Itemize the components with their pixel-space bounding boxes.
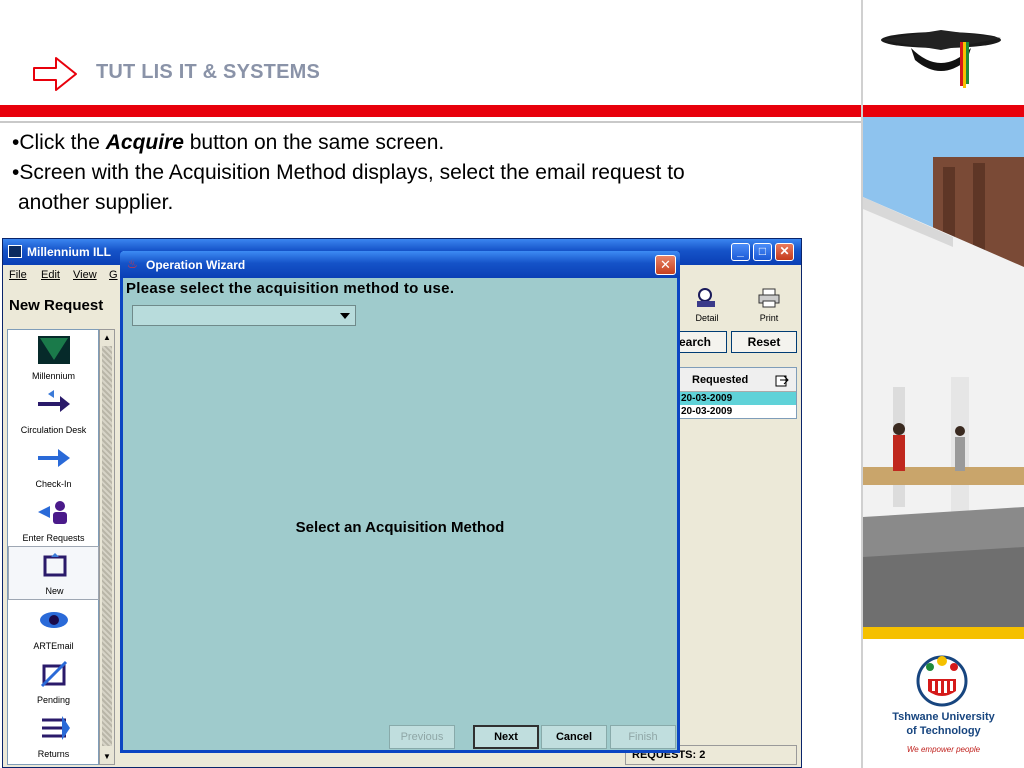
sidebar-item-returns[interactable]: Returns: [8, 708, 99, 762]
sidebar-scrollbar[interactable]: ▲ ▼: [99, 329, 115, 765]
university-name-line1: Tshwane University: [892, 711, 995, 723]
red-divider-bar: [0, 105, 1024, 117]
circulation-arrows-icon: [38, 390, 70, 412]
module-sidebar: Millennium Circulation Desk Check-In Ent…: [7, 329, 99, 765]
operation-wizard-dialog: ♨ Operation Wizard ✕ Please select the a…: [120, 251, 680, 753]
table-row[interactable]: 20-03-2009: [678, 392, 796, 405]
wizard-title: Operation Wizard: [146, 258, 246, 272]
menu-go[interactable]: G: [109, 269, 118, 281]
millennium-logo-icon: [38, 336, 70, 364]
table-header-requested[interactable]: Requested: [678, 368, 796, 392]
page-heading: New Request: [9, 297, 104, 314]
table-row[interactable]: 20-03-2009: [678, 405, 796, 418]
minimize-button[interactable]: _: [731, 243, 750, 261]
sidebar-item-artemail[interactable]: ARTEmail: [8, 600, 99, 654]
print-button[interactable]: Print: [745, 287, 793, 323]
sidebar-item-enter-requests[interactable]: Enter Requests: [8, 492, 99, 546]
menu-view[interactable]: View: [73, 269, 97, 281]
chevron-down-icon[interactable]: [340, 313, 350, 319]
new-document-icon: [43, 553, 67, 577]
maximize-button[interactable]: □: [753, 243, 772, 261]
campus-photo: [863, 117, 1024, 627]
window-close-button[interactable]: ✕: [775, 243, 794, 261]
scroll-up-icon[interactable]: ▲: [103, 333, 111, 342]
tut-logo-area: Tshwane University of Technology We empo…: [863, 639, 1024, 768]
campus-building-image: [863, 117, 1024, 627]
yellow-accent-band: [863, 627, 1024, 639]
arrow-logo-icon: [33, 57, 77, 91]
wizard-center-message: Select an Acquisition Method: [295, 519, 505, 536]
graduation-cap-icon: [881, 30, 1001, 88]
sidebar-item-check-in[interactable]: Check-In: [8, 438, 99, 492]
reset-button[interactable]: Reset: [731, 331, 797, 353]
next-button[interactable]: Next: [473, 725, 539, 749]
requests-table: Requested 20-03-2009 20-03-2009: [677, 367, 797, 419]
university-name-line2: of Technology: [906, 725, 981, 737]
wizard-app-icon: ♨: [127, 257, 138, 271]
sidebar-item-new[interactable]: New: [8, 546, 99, 600]
wizard-close-button[interactable]: ✕: [655, 255, 676, 275]
export-table-icon[interactable]: [774, 372, 790, 388]
scroll-track[interactable]: [102, 346, 112, 746]
finish-button[interactable]: Finish: [610, 725, 676, 749]
artemail-icon: [40, 612, 68, 628]
detail-button[interactable]: Detail: [683, 287, 731, 323]
check-in-arrow-icon: [38, 449, 70, 467]
returns-icon: [42, 716, 70, 740]
menu-edit[interactable]: Edit: [41, 269, 60, 281]
sidebar-item-pending[interactable]: Pending: [8, 654, 99, 708]
cancel-button[interactable]: Cancel: [541, 725, 607, 749]
university-tagline: We empower people: [906, 745, 981, 754]
instruction-bullets: •Click the Acquire button on the same sc…: [12, 128, 852, 218]
bullet-acquisition-method: •Screen with the Acquisition Method disp…: [12, 161, 685, 184]
gray-divider-line: [0, 121, 862, 123]
pending-icon: [40, 660, 68, 688]
tut-crest-icon: [916, 655, 968, 707]
previous-button[interactable]: Previous: [389, 725, 455, 749]
graduation-cap-area: [863, 0, 1024, 105]
millennium-app-icon: [8, 245, 22, 258]
wizard-prompt: Please select the acquisition method to …: [126, 280, 455, 297]
enter-requests-person-icon: [38, 501, 67, 524]
printer-icon: [758, 288, 780, 308]
bullet-continuation: another supplier.: [18, 191, 174, 214]
sidebar-item-millennium[interactable]: Millennium: [8, 330, 99, 384]
detail-icon: [697, 288, 715, 307]
wizard-titlebar[interactable]: ♨ Operation Wizard ✕: [120, 251, 680, 278]
menu-file[interactable]: File: [9, 269, 27, 281]
right-toolbar: Detail Print: [675, 287, 801, 327]
sidebar-item-circulation-desk[interactable]: Circulation Desk: [8, 384, 99, 438]
millennium-window-title: Millennium ILL: [27, 245, 111, 259]
acquisition-method-select[interactable]: [132, 305, 356, 326]
bullet-acquire: •Click the Acquire button on the same sc…: [12, 131, 445, 154]
scroll-down-icon[interactable]: ▼: [103, 752, 111, 761]
acquire-emphasis: Acquire: [105, 131, 184, 154]
slide-header: TUT LIS IT & SYSTEMS: [0, 0, 862, 105]
slide-title: TUT LIS IT & SYSTEMS: [96, 61, 321, 83]
